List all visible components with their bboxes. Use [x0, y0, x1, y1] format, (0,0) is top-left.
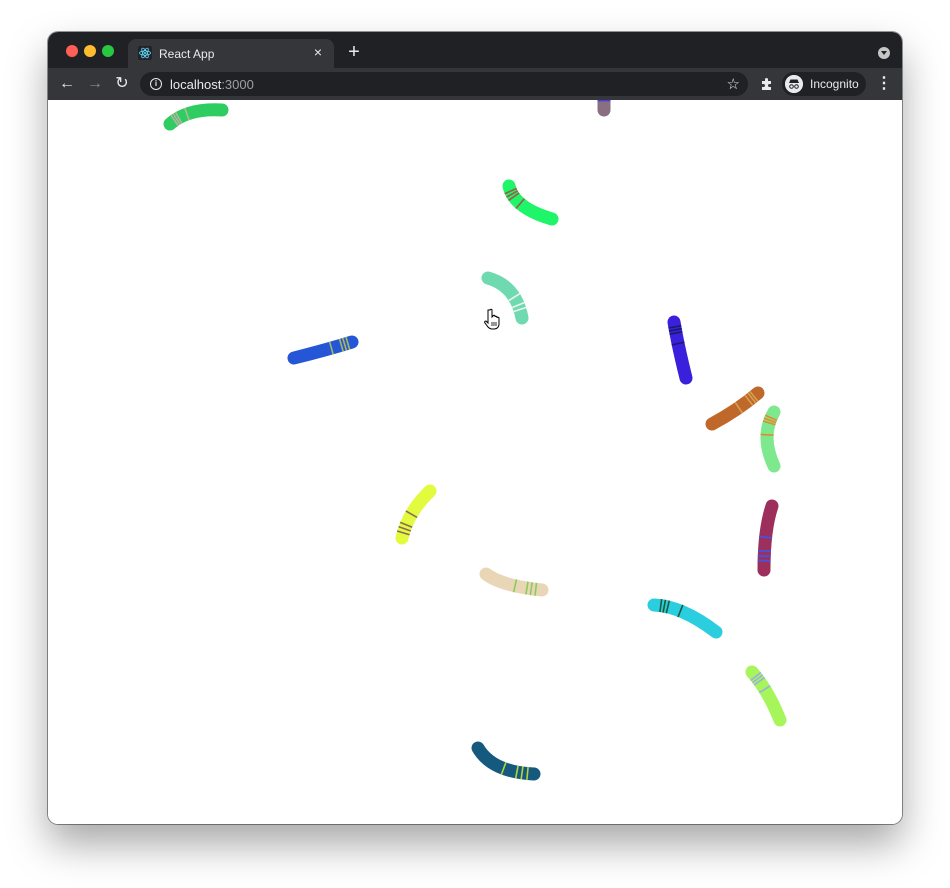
worm-7[interactable]: [705, 386, 765, 431]
worm-stripe: [760, 433, 774, 436]
worm-5[interactable]: [287, 335, 359, 365]
minimize-window-button[interactable]: [84, 45, 96, 57]
forward-arrow-icon[interactable]: →: [85, 74, 105, 94]
url-text[interactable]: localhost:3000: [170, 77, 254, 92]
worm-2[interactable]: [597, 100, 611, 117]
worm-1[interactable]: [163, 103, 229, 131]
worm-canvas[interactable]: [48, 100, 902, 824]
close-window-button[interactable]: [66, 45, 78, 57]
site-info-icon[interactable]: i: [150, 78, 162, 90]
worm-body[interactable]: [471, 741, 541, 781]
worm-stripe: [757, 549, 772, 553]
worm-body[interactable]: [395, 484, 437, 545]
worm-6[interactable]: [667, 315, 693, 385]
address-bar[interactable]: i localhost:3000 ☆: [140, 72, 748, 96]
worm-9[interactable]: [395, 484, 437, 545]
new-tab-button[interactable]: +: [344, 42, 364, 62]
url-host: localhost: [170, 77, 222, 92]
incognito-label: Incognito: [810, 77, 859, 91]
tab-search-icon[interactable]: [878, 47, 890, 59]
worm-12[interactable]: [647, 598, 723, 639]
worm-14[interactable]: [471, 741, 541, 781]
hand-pointer-cursor-icon: [484, 308, 500, 330]
browser-window: React App × + ← → ↻ i localhost:3000 ☆ I…: [48, 32, 902, 824]
close-tab-icon[interactable]: ×: [310, 44, 326, 60]
incognito-icon: [785, 75, 803, 93]
browser-toolbar: ← → ↻ i localhost:3000 ☆ Incognito ⋮: [48, 68, 902, 100]
worm-stripe: [757, 555, 771, 558]
reload-icon[interactable]: ↻: [112, 74, 132, 94]
back-arrow-icon[interactable]: ←: [57, 74, 77, 94]
react-logo-icon: [138, 46, 152, 60]
tab-title: React App: [159, 47, 215, 61]
worm-11[interactable]: [479, 567, 549, 597]
worm-3[interactable]: [502, 179, 559, 226]
tab-react-app[interactable]: React App ×: [128, 39, 334, 68]
title-bar: React App × +: [48, 32, 902, 68]
worm-body[interactable]: [502, 179, 559, 226]
bookmark-star-icon[interactable]: ☆: [727, 75, 740, 93]
worm-10[interactable]: [757, 499, 779, 577]
incognito-profile-button[interactable]: Incognito: [782, 72, 866, 96]
worm-8[interactable]: [760, 405, 781, 473]
extensions-puzzle-icon[interactable]: [758, 75, 776, 93]
url-port: :3000: [221, 77, 254, 92]
page-content[interactable]: [48, 100, 902, 824]
maximize-window-button[interactable]: [102, 45, 114, 57]
browser-menu-icon[interactable]: ⋮: [876, 74, 892, 94]
worm-13[interactable]: [745, 665, 787, 727]
